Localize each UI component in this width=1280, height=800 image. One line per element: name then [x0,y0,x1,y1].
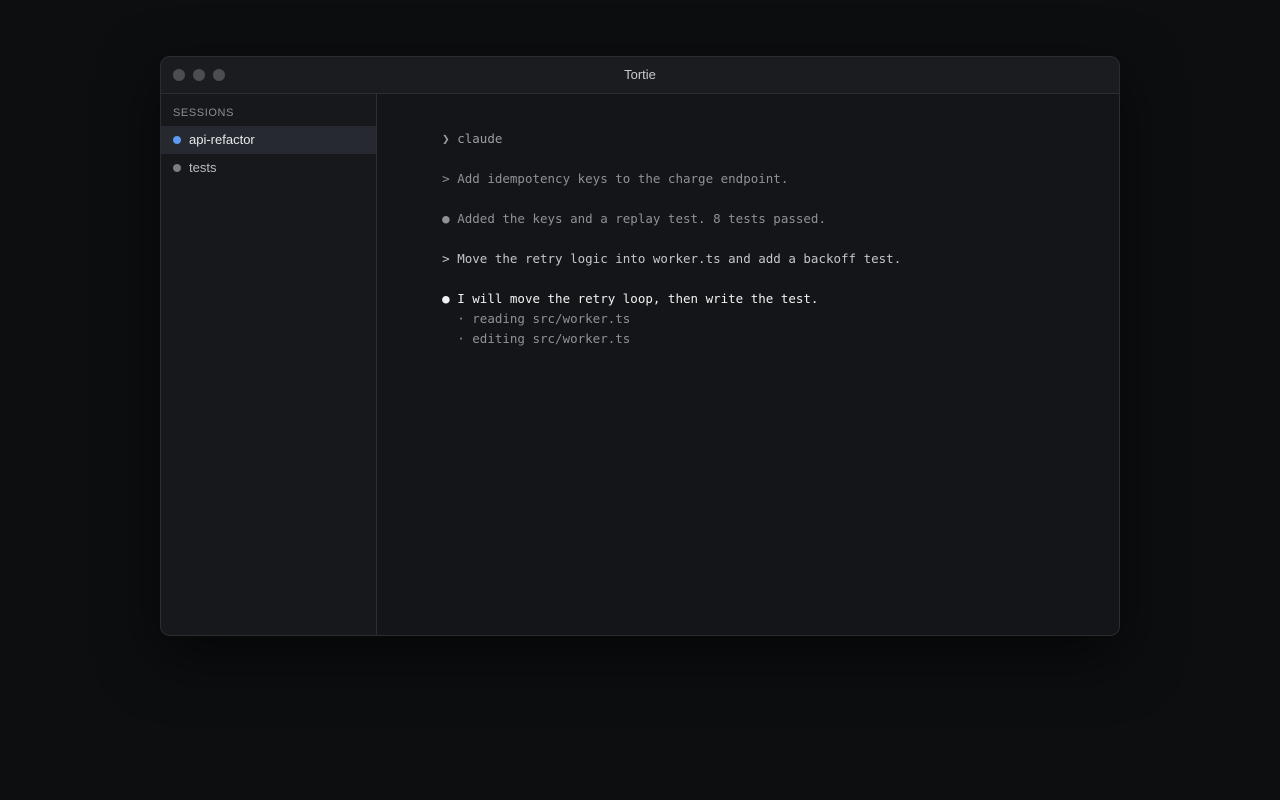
terminal-line-text: editing src/worker.ts [472,331,631,346]
status-dot-icon [173,164,181,172]
terminal-pane[interactable]: ❯ claude > Add idempotency keys to the c… [377,94,1119,635]
terminal-line-text: Added the keys and a replay test. 8 test… [457,211,826,226]
sessions-heading: SESSIONS [173,107,235,119]
sessions-sidebar: SESSIONS api-refactor tests [161,94,377,635]
window-title: Tortie [624,67,656,82]
response-bullet-icon: ● [442,211,458,226]
status-dot-icon [173,136,181,144]
session-item-tests[interactable]: tests [161,154,376,182]
activity-dot-icon: · [442,331,473,346]
session-label: tests [189,160,217,175]
terminal-line-text: claude [457,131,503,146]
terminal-line-text: Move the retry logic into worker.ts and … [457,251,902,266]
user-prompt-icon: > [442,251,458,266]
title-bar: Tortie [161,57,1119,94]
terminal-line-text: Add idempotency keys to the charge endpo… [457,171,789,186]
session-item-api-refactor[interactable]: api-refactor [161,126,376,154]
terminal-line: · editing src/worker.ts [397,309,630,369]
session-label: api-refactor [189,132,255,147]
user-prompt-icon: > [442,171,458,186]
shell-prompt-icon: ❯ [442,131,458,146]
app-window: Tortie SESSIONS api-refactor tests ❯ cla… [160,56,1120,636]
